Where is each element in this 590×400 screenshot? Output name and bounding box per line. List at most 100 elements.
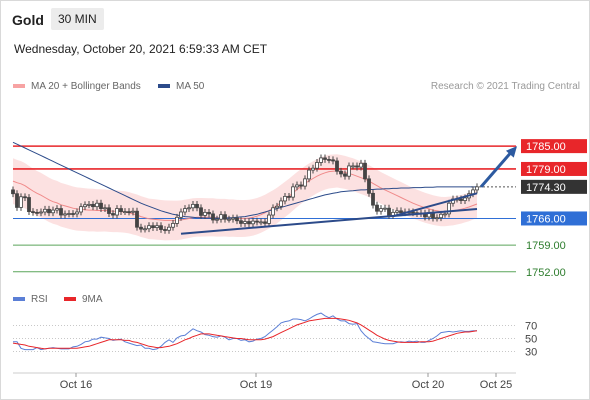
candle-body — [287, 195, 291, 198]
candle-body — [367, 178, 371, 194]
candle-body — [187, 207, 191, 210]
candle-body — [103, 207, 107, 210]
candle-body — [139, 226, 143, 230]
candle-body — [27, 197, 31, 213]
level-tags: 1785.00 1779.00 1774.30 1766.00 1759.00 1752.… — [521, 139, 587, 279]
candle-body — [55, 208, 59, 211]
candle-body — [91, 203, 95, 208]
candle-body — [135, 210, 139, 228]
candle-body — [443, 213, 447, 216]
candle-body — [211, 213, 215, 221]
candle-body — [51, 209, 55, 214]
candle-body — [463, 197, 467, 201]
candle-body — [379, 208, 383, 212]
candle-body — [111, 213, 115, 216]
candle-body — [127, 211, 131, 214]
candle-body — [87, 203, 91, 206]
candle-body — [323, 157, 327, 160]
candle-body — [75, 211, 79, 215]
candle-body — [383, 207, 387, 210]
candle-body — [411, 211, 415, 214]
x-axis: Oct 16 Oct 19 Oct 20 Oct 25 — [13, 372, 516, 391]
candle-body — [399, 210, 403, 214]
candle-body — [151, 225, 155, 228]
candle-body — [195, 203, 199, 209]
level-tag-1785.00: 1785.00 — [526, 141, 566, 153]
rsi-ma-line — [12, 317, 478, 350]
candle-body — [247, 221, 251, 225]
candle-body — [259, 221, 263, 224]
candle-body — [435, 217, 439, 220]
candle-body — [439, 213, 443, 219]
candle-body — [219, 214, 223, 220]
x-tick-Oct 25: Oct 25 — [480, 379, 512, 391]
x-tick-Oct 16: Oct 16 — [60, 379, 92, 391]
candle-body — [79, 206, 83, 213]
candle-body — [43, 208, 47, 213]
x-tick-Oct 19: Oct 19 — [240, 379, 272, 391]
candle-body — [215, 218, 219, 221]
candle-body — [203, 211, 207, 216]
candle-body — [131, 210, 135, 213]
candle-body — [99, 202, 103, 209]
candle-body — [339, 170, 343, 175]
chart-panel: Gold 30 MIN Wednesday, October 20, 2021 … — [0, 0, 590, 400]
candle-body — [167, 226, 171, 231]
candle-body — [255, 220, 259, 223]
candle-body — [239, 220, 243, 224]
candle-body — [387, 207, 391, 216]
candle-body — [83, 204, 87, 208]
candle-body — [351, 165, 355, 168]
candle-body — [371, 192, 375, 206]
candle-body — [163, 229, 167, 231]
candle-body — [71, 213, 75, 215]
candle-body — [147, 225, 151, 230]
candle-body — [171, 223, 175, 228]
candle-body — [395, 210, 399, 213]
level-tag-1752.00: 1752.00 — [526, 267, 566, 279]
candle-body — [271, 207, 275, 216]
candle-body — [335, 160, 339, 172]
candle-body — [63, 213, 67, 216]
rsi-panel: 705030 — [12, 312, 537, 359]
candle-body — [207, 211, 211, 215]
candle-body — [291, 186, 295, 198]
candle-body — [279, 200, 283, 207]
candle-body — [283, 195, 287, 202]
candle-body — [315, 162, 319, 169]
candle-body — [47, 208, 51, 214]
level-tag-1774.30: 1774.30 — [526, 182, 566, 194]
candle-body — [327, 159, 331, 161]
x-tick-Oct 20: Oct 20 — [412, 379, 444, 391]
candle-body — [475, 186, 479, 191]
candle-body — [115, 208, 119, 216]
candle-body — [235, 217, 239, 222]
candle-body — [375, 204, 379, 212]
candle-body — [303, 178, 307, 187]
level-tag-1779.00: 1779.00 — [526, 164, 566, 176]
candle-body — [263, 221, 267, 224]
candle-body — [275, 205, 279, 209]
candle-body — [175, 216, 179, 224]
candle-body — [199, 207, 203, 216]
level-tag-1766.00: 1766.00 — [526, 213, 566, 225]
candle-body — [223, 214, 227, 220]
candle-body — [359, 162, 363, 168]
rsi-tick-70: 70 — [525, 321, 537, 333]
candle-body — [295, 184, 299, 188]
candle-body — [343, 173, 347, 177]
candle-body — [39, 211, 43, 214]
candle-body — [243, 221, 247, 224]
candle-body — [19, 196, 23, 208]
candle-body — [179, 211, 183, 218]
candle-body — [35, 211, 39, 214]
candle-body — [251, 220, 255, 225]
rsi-tick-50: 50 — [525, 334, 537, 346]
price-chart: 1785.00 1779.00 1774.30 1766.00 1759.00 1752.… — [11, 139, 587, 391]
candle-body — [119, 208, 123, 213]
candle-body — [299, 184, 303, 187]
candle-body — [227, 218, 231, 221]
candle-body — [307, 169, 311, 180]
candle-body — [363, 162, 367, 180]
candle-body — [355, 165, 359, 168]
